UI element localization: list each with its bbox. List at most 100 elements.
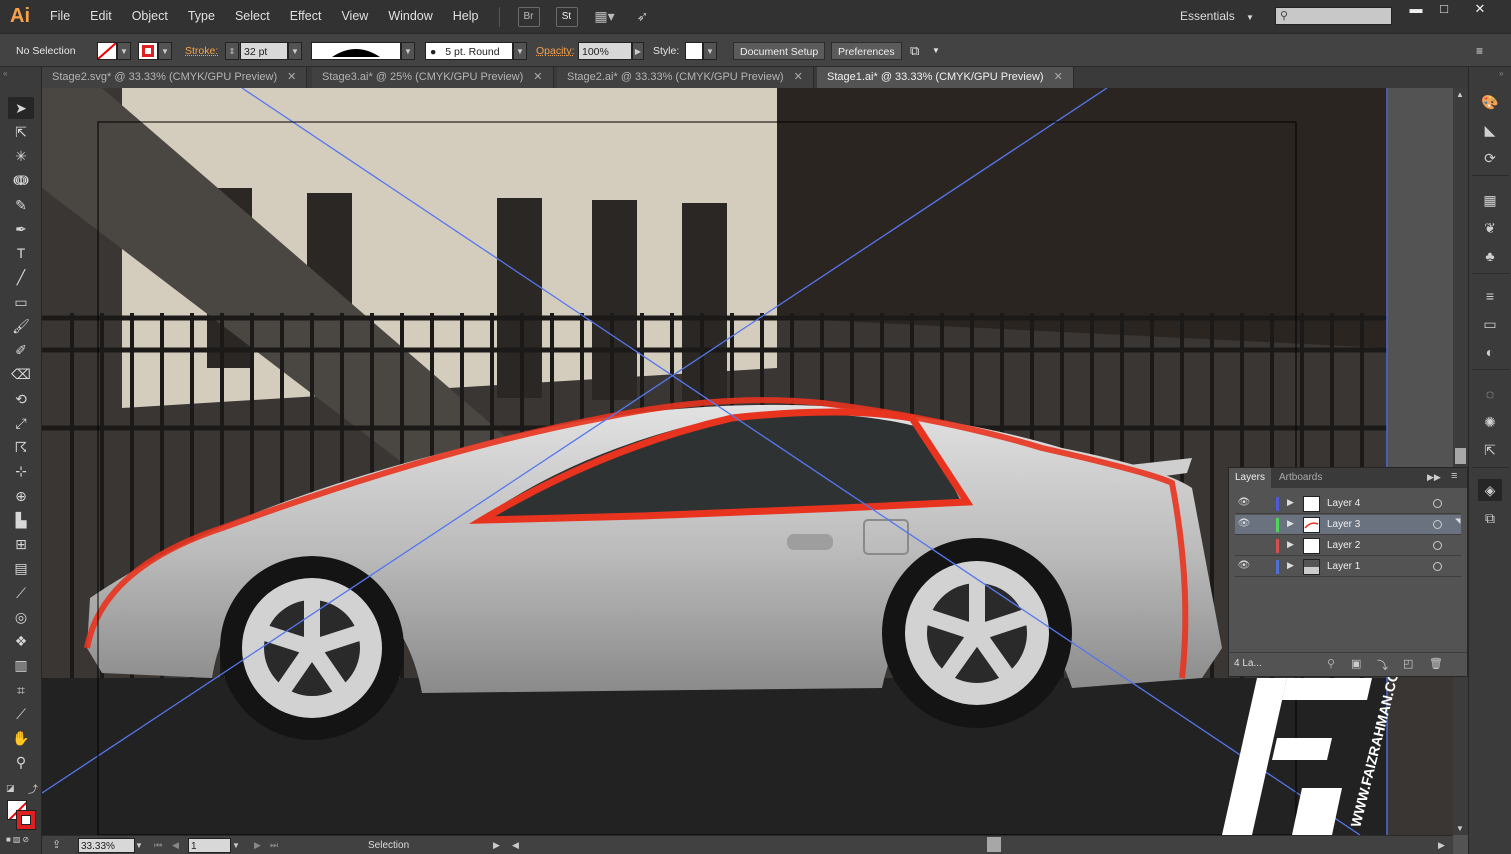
close-icon[interactable]: ✕: [1054, 71, 1063, 83]
menu-item-window[interactable]: Window: [378, 0, 442, 33]
close-icon[interactable]: ✕: [533, 71, 542, 83]
visibility-eye-icon[interactable]: 👁: [1237, 560, 1251, 574]
stroke-label[interactable]: Stroke:: [185, 42, 218, 60]
perspective-grid-tool-icon[interactable]: ▙: [8, 509, 34, 531]
stroke-stepper[interactable]: ⇕: [225, 42, 239, 60]
menu-item-select[interactable]: Select: [225, 0, 280, 33]
menu-item-file[interactable]: File: [40, 0, 80, 33]
expand-arrow-icon[interactable]: ▶: [1287, 539, 1294, 550]
brush-dropdown[interactable]: ▼: [513, 42, 527, 60]
artboard-canvas[interactable]: WWW.FAIZRAHMAN.COM: [42, 88, 1453, 835]
layer-name[interactable]: Layer 2: [1327, 536, 1360, 556]
brush-definition[interactable]: ● 5 pt. Round: [425, 42, 513, 60]
line-tool-icon[interactable]: ╱: [8, 266, 34, 288]
fill-swatch[interactable]: [97, 42, 117, 60]
color-mode-icons[interactable]: ■▨⊘: [6, 835, 31, 844]
rotate-tool-icon[interactable]: ⟲: [8, 388, 34, 410]
last-artboard-icon[interactable]: ⏭: [270, 838, 278, 853]
layer-name[interactable]: Layer 3: [1327, 515, 1360, 535]
expand-arrow-icon[interactable]: ▶: [1287, 497, 1294, 508]
tab-stage2-svg[interactable]: Stage2.svg* @ 33.33% (CMYK/GPU Preview) ✕: [42, 67, 308, 88]
style-swatch[interactable]: [685, 42, 703, 60]
close-icon[interactable]: ✕: [794, 71, 803, 83]
close-button[interactable]: ✕: [1466, 2, 1494, 18]
artboard-dropdown[interactable]: ▼: [232, 838, 244, 853]
stock-button[interactable]: St: [555, 6, 578, 27]
workspace-switcher[interactable]: Essentials ▼: [1180, 6, 1254, 26]
layer-target-icon[interactable]: [1433, 541, 1442, 550]
artboards-panel-icon[interactable]: ⧉: [1478, 507, 1502, 529]
magic-wand-tool-icon[interactable]: ✳: [8, 145, 34, 167]
toolbar-grip[interactable]: «: [3, 69, 7, 78]
next-artboard-icon[interactable]: ▶: [254, 838, 261, 853]
menu-item-view[interactable]: View: [331, 0, 378, 33]
pen-tool-icon[interactable]: ✎: [8, 194, 34, 216]
menu-item-help[interactable]: Help: [443, 0, 489, 33]
lasso-tool-icon[interactable]: ↈ: [8, 169, 34, 191]
first-artboard-icon[interactable]: ⏮: [154, 838, 162, 853]
arrange-icon[interactable]: ⧉: [910, 42, 919, 60]
menu-item-object[interactable]: Object: [122, 0, 178, 33]
expand-arrow-icon[interactable]: ▶: [1287, 518, 1294, 529]
swatches-icon[interactable]: ▦: [1478, 189, 1502, 211]
tab-layers[interactable]: Layers: [1229, 468, 1272, 488]
type-tool-icon[interactable]: T: [8, 242, 34, 264]
horizontal-scroll-thumb[interactable]: [987, 837, 1001, 852]
cc-libraries-icon[interactable]: ⟳: [1478, 147, 1502, 169]
vertical-scrollbar[interactable]: ▲ ▼: [1453, 88, 1468, 835]
selection-tool-icon[interactable]: ➤: [8, 97, 34, 119]
eraser-tool-icon[interactable]: ⌫: [8, 363, 34, 385]
arrange-documents-icon[interactable]: ▦▾: [594, 7, 616, 27]
free-transform-tool-icon[interactable]: ⊹: [8, 460, 34, 482]
tab-stage3-ai[interactable]: Stage3.ai* @ 25% (CMYK/GPU Preview) ✕: [312, 67, 554, 88]
locate-object-icon[interactable]: ⚲: [1327, 657, 1335, 670]
brushes-icon[interactable]: ❦: [1478, 217, 1502, 239]
dock-collapse-icon[interactable]: »: [1499, 69, 1503, 78]
visibility-eye-icon[interactable]: 👁: [1237, 518, 1251, 532]
previous-artboard-icon[interactable]: ◀: [172, 838, 179, 853]
paintbrush-tool-icon[interactable]: 🖌: [8, 315, 34, 337]
visibility-off-icon[interactable]: [1237, 539, 1251, 553]
layer-target-icon[interactable]: [1433, 499, 1442, 508]
chevron-down-icon[interactable]: ▼: [932, 42, 940, 60]
layer-row-3[interactable]: 👁 ▶ Layer 3 ◥: [1235, 515, 1461, 535]
fill-dropdown[interactable]: ▼: [117, 42, 131, 60]
stroke-swatch[interactable]: [138, 42, 158, 60]
bridge-button[interactable]: Br: [517, 6, 540, 27]
blend-tool-icon[interactable]: ◎: [8, 606, 34, 628]
layer-target-icon[interactable]: [1433, 520, 1442, 529]
layers-panel-icon[interactable]: ◈: [1478, 479, 1502, 501]
mesh-tool-icon[interactable]: ⊞: [8, 533, 34, 555]
symbols-icon[interactable]: ♣: [1478, 245, 1502, 267]
status-menu-icon[interactable]: ▶: [493, 838, 500, 853]
panel-menu-icon[interactable]: ≡: [1451, 470, 1457, 482]
vertical-scroll-thumb[interactable]: [1455, 448, 1466, 464]
layer-name[interactable]: Layer 1: [1327, 557, 1360, 577]
menu-item-edit[interactable]: Edit: [80, 0, 122, 33]
color-guide-icon[interactable]: ◣: [1478, 119, 1502, 141]
variable-width-profile[interactable]: [311, 42, 401, 60]
symbol-sprayer-tool-icon[interactable]: ❖: [8, 630, 34, 652]
column-graph-tool-icon[interactable]: ▥: [8, 654, 34, 676]
scale-tool-icon[interactable]: ⤢: [8, 412, 34, 434]
menu-item-effect[interactable]: Effect: [280, 0, 332, 33]
new-layer-icon[interactable]: ◰: [1403, 657, 1413, 670]
zoom-field[interactable]: 33.33%: [78, 838, 135, 853]
delete-layer-icon[interactable]: 🗑: [1429, 657, 1443, 670]
graphic-styles-icon[interactable]: ✺: [1478, 411, 1502, 433]
scroll-right-icon[interactable]: ▶: [1438, 838, 1445, 853]
layer-target-icon[interactable]: [1433, 562, 1442, 571]
menu-item-type[interactable]: Type: [178, 0, 225, 33]
appearance-icon[interactable]: ◌: [1478, 383, 1502, 405]
rectangle-tool-icon[interactable]: ▭: [8, 291, 34, 313]
minimize-button[interactable]: ▬: [1402, 2, 1430, 18]
opacity-dropdown[interactable]: ▶: [632, 42, 644, 60]
scroll-up-icon[interactable]: ▲: [1456, 90, 1464, 99]
opacity-field[interactable]: 100%: [578, 42, 632, 60]
slice-tool-icon[interactable]: ⟋: [8, 703, 34, 725]
layer-name[interactable]: Layer 4: [1327, 494, 1360, 514]
warp-tool-icon[interactable]: ☈: [8, 436, 34, 458]
document-setup-button[interactable]: Document Setup: [733, 42, 826, 60]
stroke-panel-icon[interactable]: ≡: [1478, 285, 1502, 307]
opacity-label[interactable]: Opacity:: [536, 42, 575, 60]
